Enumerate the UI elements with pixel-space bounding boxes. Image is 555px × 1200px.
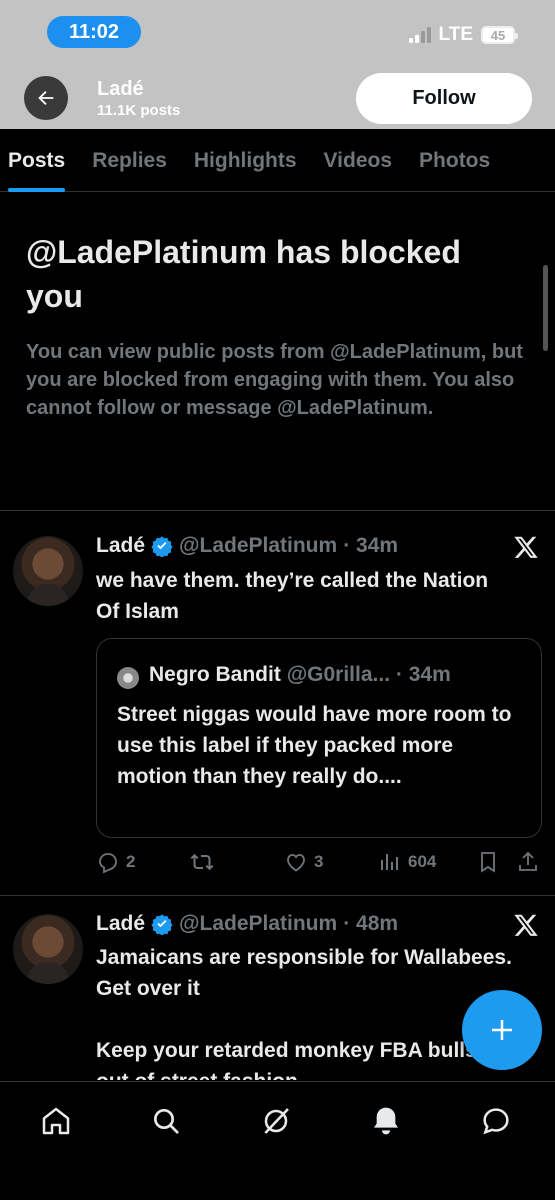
bell-icon xyxy=(374,1107,398,1135)
battery-icon: 45 xyxy=(481,26,518,44)
divider xyxy=(0,510,555,511)
quoted-post-text: Street niggas would have more room to us… xyxy=(117,703,512,788)
nav-home[interactable] xyxy=(36,1101,76,1141)
quoted-post[interactable]: Negro Bandit @G0rilla... · 34m Street ni… xyxy=(96,638,542,838)
reply-icon xyxy=(99,853,117,874)
bottom-navigation xyxy=(0,1081,555,1200)
blocked-description: You can view public posts from @LadePlat… xyxy=(26,341,523,419)
quoted-post-time: · 34m xyxy=(395,663,451,686)
profile-header: 11:02 LTE 45 Ladé 11.1K posts Follow xyxy=(0,0,555,129)
post-text: Jamaicans are responsible for Wallabees.… xyxy=(96,946,512,1080)
post-author-handle[interactable]: @LadePlatinum xyxy=(179,534,337,558)
share-icon xyxy=(519,851,537,871)
follow-button[interactable]: Follow xyxy=(356,73,532,124)
scrollbar[interactable] xyxy=(543,265,548,351)
post-actions: 2 3 604 xyxy=(96,850,546,880)
tab-replies[interactable]: Replies xyxy=(92,129,167,191)
post-author-name[interactable]: Ladé xyxy=(96,534,145,558)
post-header: Ladé @LadePlatinum · 34m xyxy=(96,534,398,558)
verified-badge-icon xyxy=(151,536,173,557)
bookmark-icon xyxy=(481,852,495,873)
compose-button[interactable] xyxy=(462,990,542,1070)
plus-icon xyxy=(492,1020,512,1040)
post-time: · 34m xyxy=(343,534,399,557)
x-logo-icon xyxy=(514,536,538,558)
post-author-name[interactable]: Ladé xyxy=(96,912,145,936)
tab-highlights[interactable]: Highlights xyxy=(194,129,297,191)
nav-search[interactable] xyxy=(146,1101,186,1141)
avatar[interactable] xyxy=(13,536,83,606)
blocked-title: @LadePlatinum has blocked you xyxy=(26,234,461,314)
signal-icon xyxy=(408,27,431,43)
tab-photos[interactable]: Photos xyxy=(419,129,490,191)
post-text: we have them. they’re called the Nation … xyxy=(96,569,489,623)
share-button[interactable] xyxy=(516,850,540,874)
status-indicators: LTE 45 xyxy=(408,24,518,46)
quoted-author-handle: @G0rilla... xyxy=(286,663,391,686)
tab-posts[interactable]: Posts xyxy=(8,129,66,192)
reply-count: 2 xyxy=(126,852,136,871)
home-icon xyxy=(42,1107,70,1135)
quoted-author-name: Negro Bandit xyxy=(149,663,281,686)
back-button[interactable] xyxy=(24,76,68,120)
network-label: LTE xyxy=(438,24,473,45)
x-logo-icon xyxy=(514,914,538,936)
status-time: 11:02 xyxy=(47,16,141,48)
like-button[interactable]: 3 xyxy=(284,850,323,874)
views-icon xyxy=(381,854,398,870)
avatar[interactable] xyxy=(13,914,83,984)
verified-badge-icon xyxy=(151,914,173,935)
views-count: 604 xyxy=(408,852,437,871)
heart-icon xyxy=(287,854,305,872)
grok-icon xyxy=(264,1108,289,1134)
profile-posts-count: 11.1K posts xyxy=(97,102,181,119)
divider xyxy=(0,895,555,896)
post-author-handle[interactable]: @LadePlatinum xyxy=(179,912,337,936)
search-icon xyxy=(154,1109,179,1134)
views-button[interactable]: 604 xyxy=(378,850,436,874)
arrow-left-icon xyxy=(38,90,54,106)
profile-name: Ladé xyxy=(97,78,144,100)
post-header: Ladé @LadePlatinum · 48m xyxy=(96,912,398,936)
quoted-post-header: Negro Bandit @G0rilla... · 34m xyxy=(149,663,451,687)
reply-button[interactable]: 2 xyxy=(96,850,135,874)
messages-icon xyxy=(483,1108,509,1135)
nav-messages[interactable] xyxy=(476,1101,516,1141)
nav-notifications[interactable] xyxy=(366,1101,406,1141)
repost-button[interactable] xyxy=(190,850,220,874)
repost-icon xyxy=(190,853,214,871)
quoted-avatar xyxy=(117,667,139,689)
bookmark-button[interactable] xyxy=(476,850,500,874)
tab-videos[interactable]: Videos xyxy=(324,129,392,191)
like-count: 3 xyxy=(314,852,324,871)
post-time: · 48m xyxy=(343,912,399,935)
nav-grok[interactable] xyxy=(256,1101,296,1141)
profile-tabs: Posts Replies Highlights Videos Photos xyxy=(0,129,555,192)
